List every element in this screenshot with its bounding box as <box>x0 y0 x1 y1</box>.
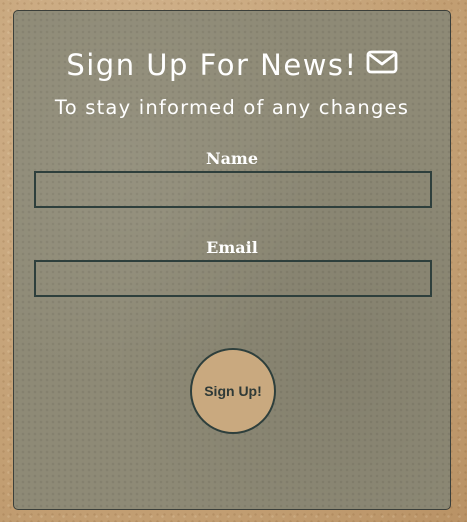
signup-heading: Sign Up For News! <box>14 45 450 85</box>
signup-subtitle: To stay informed of any changes <box>54 96 410 119</box>
sign-up-button[interactable]: Sign Up! <box>190 348 276 434</box>
signup-card: Sign Up For News! To stay informed of an… <box>13 10 451 510</box>
envelope-icon <box>366 44 398 84</box>
name-field[interactable] <box>34 171 432 208</box>
name-label: Name <box>205 149 259 168</box>
email-field[interactable] <box>34 260 432 297</box>
email-label: Email <box>206 238 258 257</box>
signup-title: Sign Up For News! <box>66 48 358 82</box>
